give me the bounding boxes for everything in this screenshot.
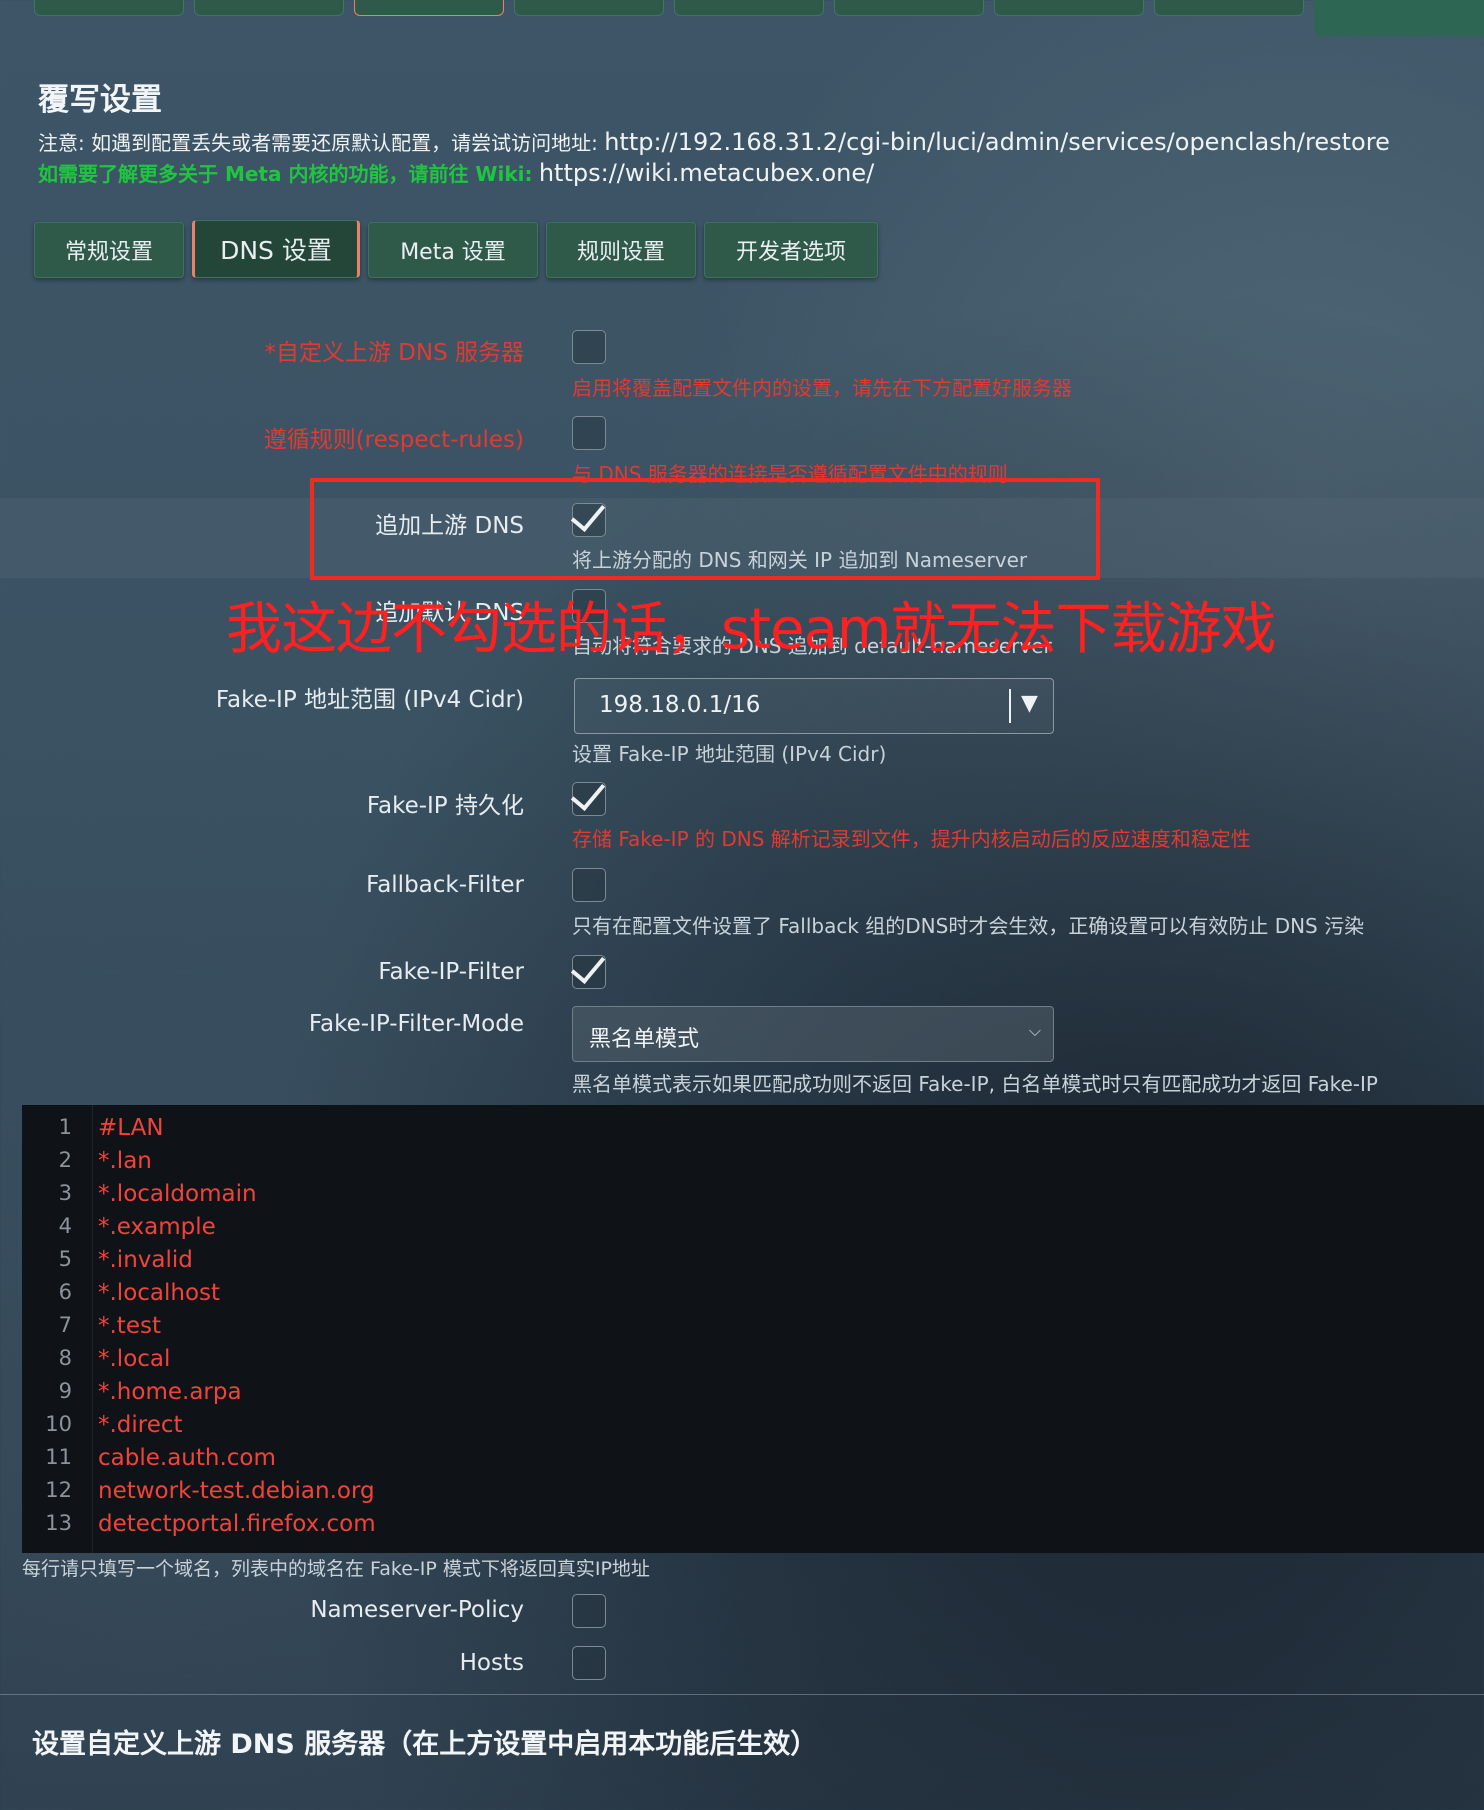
editor-line-text: *.direct	[98, 1412, 183, 1438]
respect-rules-checkbox[interactable]	[572, 416, 606, 450]
top-nav-tab[interactable]	[34, 0, 184, 16]
editor-line[interactable]: 7 *.test	[22, 1313, 1484, 1346]
restore-note-text: 注意: 如遇到配置丢失或者需要还原默认配置，请尝试访问地址:	[38, 131, 598, 155]
fakeip-filter-mode-select[interactable]: 黑名单模式 ⌵	[572, 1006, 1054, 1062]
wiki-note: 如需要了解更多关于 Meta 内核的功能，请前往 Wiki: https://w…	[38, 158, 874, 187]
dropdown-arrow-icon[interactable]: ▼	[1021, 691, 1038, 716]
editor-hint: 每行请只填写一个域名，列表中的域名在 Fake-IP 模式下将返回真实IP地址	[22, 1558, 650, 1580]
editor-line[interactable]: 9 *.home.arpa	[22, 1379, 1484, 1412]
line-number: 9	[58, 1379, 72, 1403]
highlight-box	[310, 478, 1100, 580]
section-divider	[0, 1694, 1484, 1695]
editor-line[interactable]: 3 *.localdomain	[22, 1181, 1484, 1214]
wiki-url[interactable]: https://wiki.metacubex.one/	[539, 159, 874, 187]
tab-general[interactable]: 常规设置	[34, 222, 184, 278]
editor-line-text: *.lan	[98, 1148, 152, 1174]
editor-line-text: *.example	[98, 1214, 216, 1240]
fakeip-filter-mode-value: 黑名单模式	[589, 1027, 700, 1052]
line-number: 6	[58, 1280, 72, 1304]
wiki-note-text: 如需要了解更多关于 Meta 内核的功能，请前往 Wiki:	[38, 162, 533, 186]
top-nav-tab[interactable]	[994, 0, 1144, 16]
line-number: 10	[45, 1412, 72, 1436]
fallback-filter-checkbox[interactable]	[572, 868, 606, 902]
line-number: 8	[58, 1346, 72, 1370]
top-nav-tab[interactable]	[834, 0, 984, 16]
line-number: 5	[58, 1247, 72, 1271]
top-action-button[interactable]	[1314, 0, 1484, 36]
respect-rules-label: 遵循规则(respect-rules)	[263, 427, 524, 453]
section-title: 设置自定义上游 DNS 服务器（在上方设置中启用本功能后生效）	[32, 1729, 818, 1760]
fallback-filter-label: Fallback-Filter	[366, 872, 524, 898]
line-number: 4	[58, 1214, 72, 1238]
line-number: 2	[58, 1148, 72, 1172]
fakeip-range-input[interactable]: 198.18.0.1/16 ▼	[574, 678, 1054, 734]
fakeip-filter-mode-desc: 黑名单模式表示如果匹配成功则不返回 Fake-IP, 白名单模式时只有匹配成功才…	[572, 1072, 1378, 1096]
line-number: 11	[45, 1445, 72, 1469]
fakeip-range-label: Fake-IP 地址范围 (IPv4 Cidr)	[215, 687, 524, 713]
editor-line-text: network-test.debian.org	[98, 1478, 375, 1504]
line-number: 12	[45, 1478, 72, 1502]
fallback-filter-desc: 只有在配置文件设置了 Fallback 组的DNS时才会生效，正确设置可以有效防…	[572, 914, 1365, 938]
custom-dns-checkbox[interactable]	[572, 330, 606, 364]
tab-dns[interactable]: DNS 设置	[192, 220, 360, 278]
editor-line[interactable]: 2 *.lan	[22, 1148, 1484, 1181]
editor-line[interactable]: 10 *.direct	[22, 1412, 1484, 1445]
tab-rules[interactable]: 规则设置	[546, 222, 696, 278]
editor-line[interactable]: 12 network-test.debian.org	[22, 1478, 1484, 1511]
line-number: 1	[58, 1115, 72, 1139]
fakeip-filter-checkbox[interactable]	[572, 955, 606, 989]
nameserver-policy-label: Nameserver-Policy	[310, 1597, 524, 1623]
editor-line[interactable]: 8 *.local	[22, 1346, 1484, 1379]
tab-meta[interactable]: Meta 设置	[368, 222, 538, 278]
fakeip-filter-label: Fake-IP-Filter	[378, 959, 524, 985]
chevron-down-icon: ⌵	[1028, 1021, 1041, 1040]
editor-line-text: detectportal.firefox.com	[98, 1511, 376, 1537]
fakeip-range-desc: 设置 Fake-IP 地址范围 (IPv4 Cidr)	[572, 742, 887, 766]
editor-line-text: #LAN	[98, 1115, 164, 1141]
editor-line-text: *.home.arpa	[98, 1379, 242, 1405]
editor-line[interactable]: 6 *.localhost	[22, 1280, 1484, 1313]
fakeip-persist-label: Fake-IP 持久化	[366, 793, 524, 819]
fakeip-filter-mode-label: Fake-IP-Filter-Mode	[308, 1011, 524, 1037]
page-title: 覆写设置	[38, 82, 162, 118]
editor-line[interactable]: 13 detectportal.firefox.com	[22, 1511, 1484, 1544]
nameserver-policy-checkbox[interactable]	[572, 1594, 606, 1628]
restore-note: 注意: 如遇到配置丢失或者需要还原默认配置，请尝试访问地址: http://19…	[38, 127, 1390, 156]
tab-developer[interactable]: 开发者选项	[704, 222, 878, 278]
editor-line[interactable]: 5 *.invalid	[22, 1247, 1484, 1280]
custom-dns-desc: 启用将覆盖配置文件内的设置，请先在下方配置好服务器	[572, 376, 1072, 400]
top-nav-tab[interactable]	[674, 0, 824, 16]
hosts-checkbox[interactable]	[572, 1646, 606, 1680]
top-nav-tab[interactable]	[1154, 0, 1304, 16]
editor-line-text: *.test	[98, 1313, 161, 1339]
custom-dns-label: *自定义上游 DNS 服务器	[264, 340, 524, 366]
top-nav-tabs	[34, 0, 1304, 16]
annotation-text: 我这边不勾选的话，steam就无法下载游戏	[226, 597, 1276, 662]
top-nav-tab[interactable]	[194, 0, 344, 16]
line-number: 7	[58, 1313, 72, 1337]
fakeip-filter-editor[interactable]: 1 #LAN 2 *.lan 3 *.localdomain 4 *.example 5 *.in…	[22, 1105, 1484, 1553]
line-number: 3	[58, 1181, 72, 1205]
top-nav-tab-active[interactable]	[354, 0, 504, 16]
settings-tabs: 常规设置 DNS 设置 Meta 设置 规则设置 开发者选项	[34, 220, 878, 280]
line-number: 13	[45, 1511, 72, 1535]
editor-line-text: *.localdomain	[98, 1181, 257, 1207]
editor-line[interactable]: 4 *.example	[22, 1214, 1484, 1247]
fakeip-range-value: 198.18.0.1/16	[599, 692, 761, 718]
restore-url[interactable]: http://192.168.31.2/cgi-bin/luci/admin/s…	[604, 128, 1390, 156]
editor-line-text: *.local	[98, 1346, 171, 1372]
editor-line-text: *.localhost	[98, 1280, 221, 1306]
input-divider	[1009, 689, 1011, 723]
editor-line[interactable]: 1 #LAN	[22, 1115, 1484, 1148]
editor-line[interactable]: 11 cable.auth.com	[22, 1445, 1484, 1478]
editor-line-text: *.invalid	[98, 1247, 193, 1273]
top-nav-tab[interactable]	[514, 0, 664, 16]
editor-line-text: cable.auth.com	[98, 1445, 276, 1471]
hosts-label: Hosts	[459, 1650, 524, 1676]
fakeip-persist-desc: 存储 Fake-IP 的 DNS 解析记录到文件，提升内核启动后的反应速度和稳定…	[572, 827, 1251, 851]
fakeip-persist-checkbox[interactable]	[572, 782, 606, 816]
